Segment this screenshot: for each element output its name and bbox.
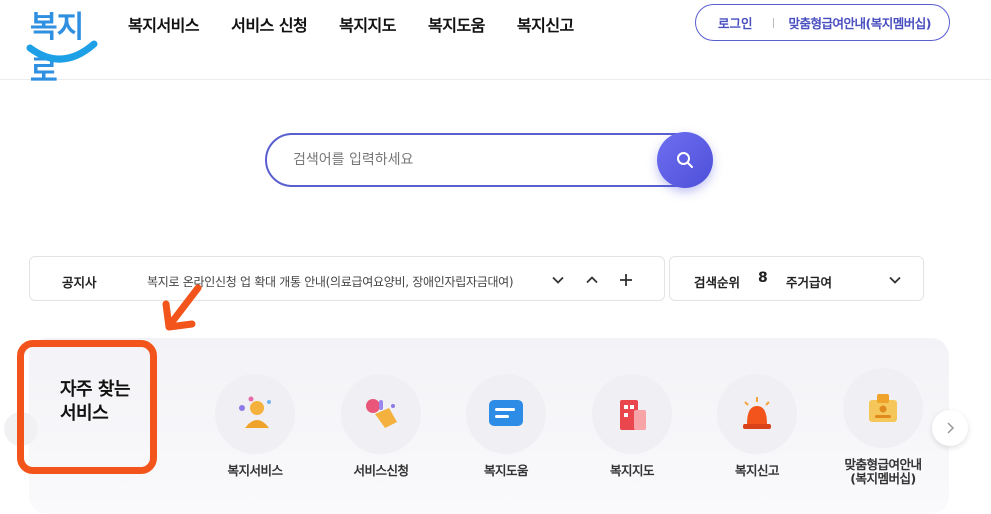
siren-icon: [743, 397, 771, 429]
rank-number: 8: [758, 270, 768, 286]
header: 복지로 복지서비스 서비스 신청 복지지도 복지도움 복지신고 로그인 맞춤형급…: [0, 0, 991, 89]
service-welfare[interactable]: 복지서비스: [200, 374, 310, 478]
service-report[interactable]: 복지신고: [702, 374, 812, 478]
rank-label: 검색순위: [694, 275, 741, 290]
service-icon-circle: [717, 374, 797, 454]
id-card-icon: [869, 394, 897, 422]
search-button[interactable]: [657, 132, 713, 188]
nav-service-apply[interactable]: 서비스 신청: [231, 12, 307, 36]
chevron-down-icon: [889, 276, 901, 284]
nav-welfare-service[interactable]: 복지서비스: [128, 12, 200, 36]
search-box: [265, 132, 713, 188]
login-link[interactable]: 로그인: [718, 13, 753, 32]
membership-link[interactable]: 맞춤형급여안내(복지멤버십): [789, 13, 932, 32]
service-apply[interactable]: 서비스신청: [326, 374, 436, 478]
plus-icon: [620, 274, 632, 286]
notice-next-button[interactable]: [547, 269, 569, 291]
building-icon: [620, 400, 646, 430]
notice-more-button[interactable]: [615, 269, 637, 291]
service-label: 복지서비스: [227, 463, 283, 478]
nav-welfare-help[interactable]: 복지도움: [428, 12, 485, 36]
notice-label: 공지사: [62, 275, 97, 290]
service-label: 복지도움: [483, 463, 529, 478]
logo[interactable]: 복지로: [26, 2, 98, 89]
rank-expand-button[interactable]: [884, 269, 906, 291]
chat-bubble-icon: [489, 400, 523, 426]
hand-click-icon: [366, 399, 397, 428]
carousel-next-button[interactable]: [932, 410, 968, 446]
people-icon: [239, 396, 271, 428]
nav-welfare-map[interactable]: 복지지도: [339, 12, 396, 36]
service-icon-circle: [215, 374, 295, 454]
annotation-arrow-icon: [162, 284, 202, 331]
service-icon-circle: [466, 374, 546, 454]
label-line-1: 맞춤형급여안내: [844, 457, 922, 472]
chevron-down-icon: [552, 276, 564, 284]
notice-prev-button[interactable]: [581, 269, 603, 291]
annotation-highlight-box: [17, 340, 157, 474]
nav-welfare-report[interactable]: 복지신고: [517, 12, 574, 36]
service-label: 복지신고: [734, 463, 780, 478]
chevron-right-icon: [947, 422, 955, 434]
service-label: 맞춤형급여안내 (복지멤버십): [828, 458, 938, 486]
service-map[interactable]: 복지지도: [577, 374, 687, 478]
service-icon-circle: [341, 374, 421, 454]
service-icon-circle: [592, 374, 672, 454]
service-icon-circle: [843, 368, 923, 448]
rank-term[interactable]: 주거급여: [786, 272, 832, 291]
main-nav: 복지서비스 서비스 신청 복지지도 복지도움 복지신고: [128, 12, 606, 36]
search-rank-bar: 검색순위 8 주거급여: [669, 256, 924, 301]
service-help[interactable]: 복지도움: [451, 374, 561, 478]
search-icon: [677, 152, 693, 168]
label-line-2: (복지멤버십): [850, 471, 916, 486]
service-label: 복지지도: [609, 463, 655, 478]
utility-menu: 로그인 맞춤형급여안내(복지멤버십): [695, 4, 950, 41]
service-membership[interactable]: 맞춤형급여안내 (복지멤버십): [828, 368, 938, 486]
divider: [772, 17, 774, 28]
search-input[interactable]: [293, 147, 653, 173]
notice-bar: 공지사 복지로 온라인신청 업 확대 개통 안내(의료급여요양비, 장애인자립자…: [29, 256, 665, 301]
logo-smile-icon: [26, 40, 98, 63]
service-label: 서비스신청: [353, 463, 409, 478]
chevron-up-icon: [586, 276, 598, 284]
